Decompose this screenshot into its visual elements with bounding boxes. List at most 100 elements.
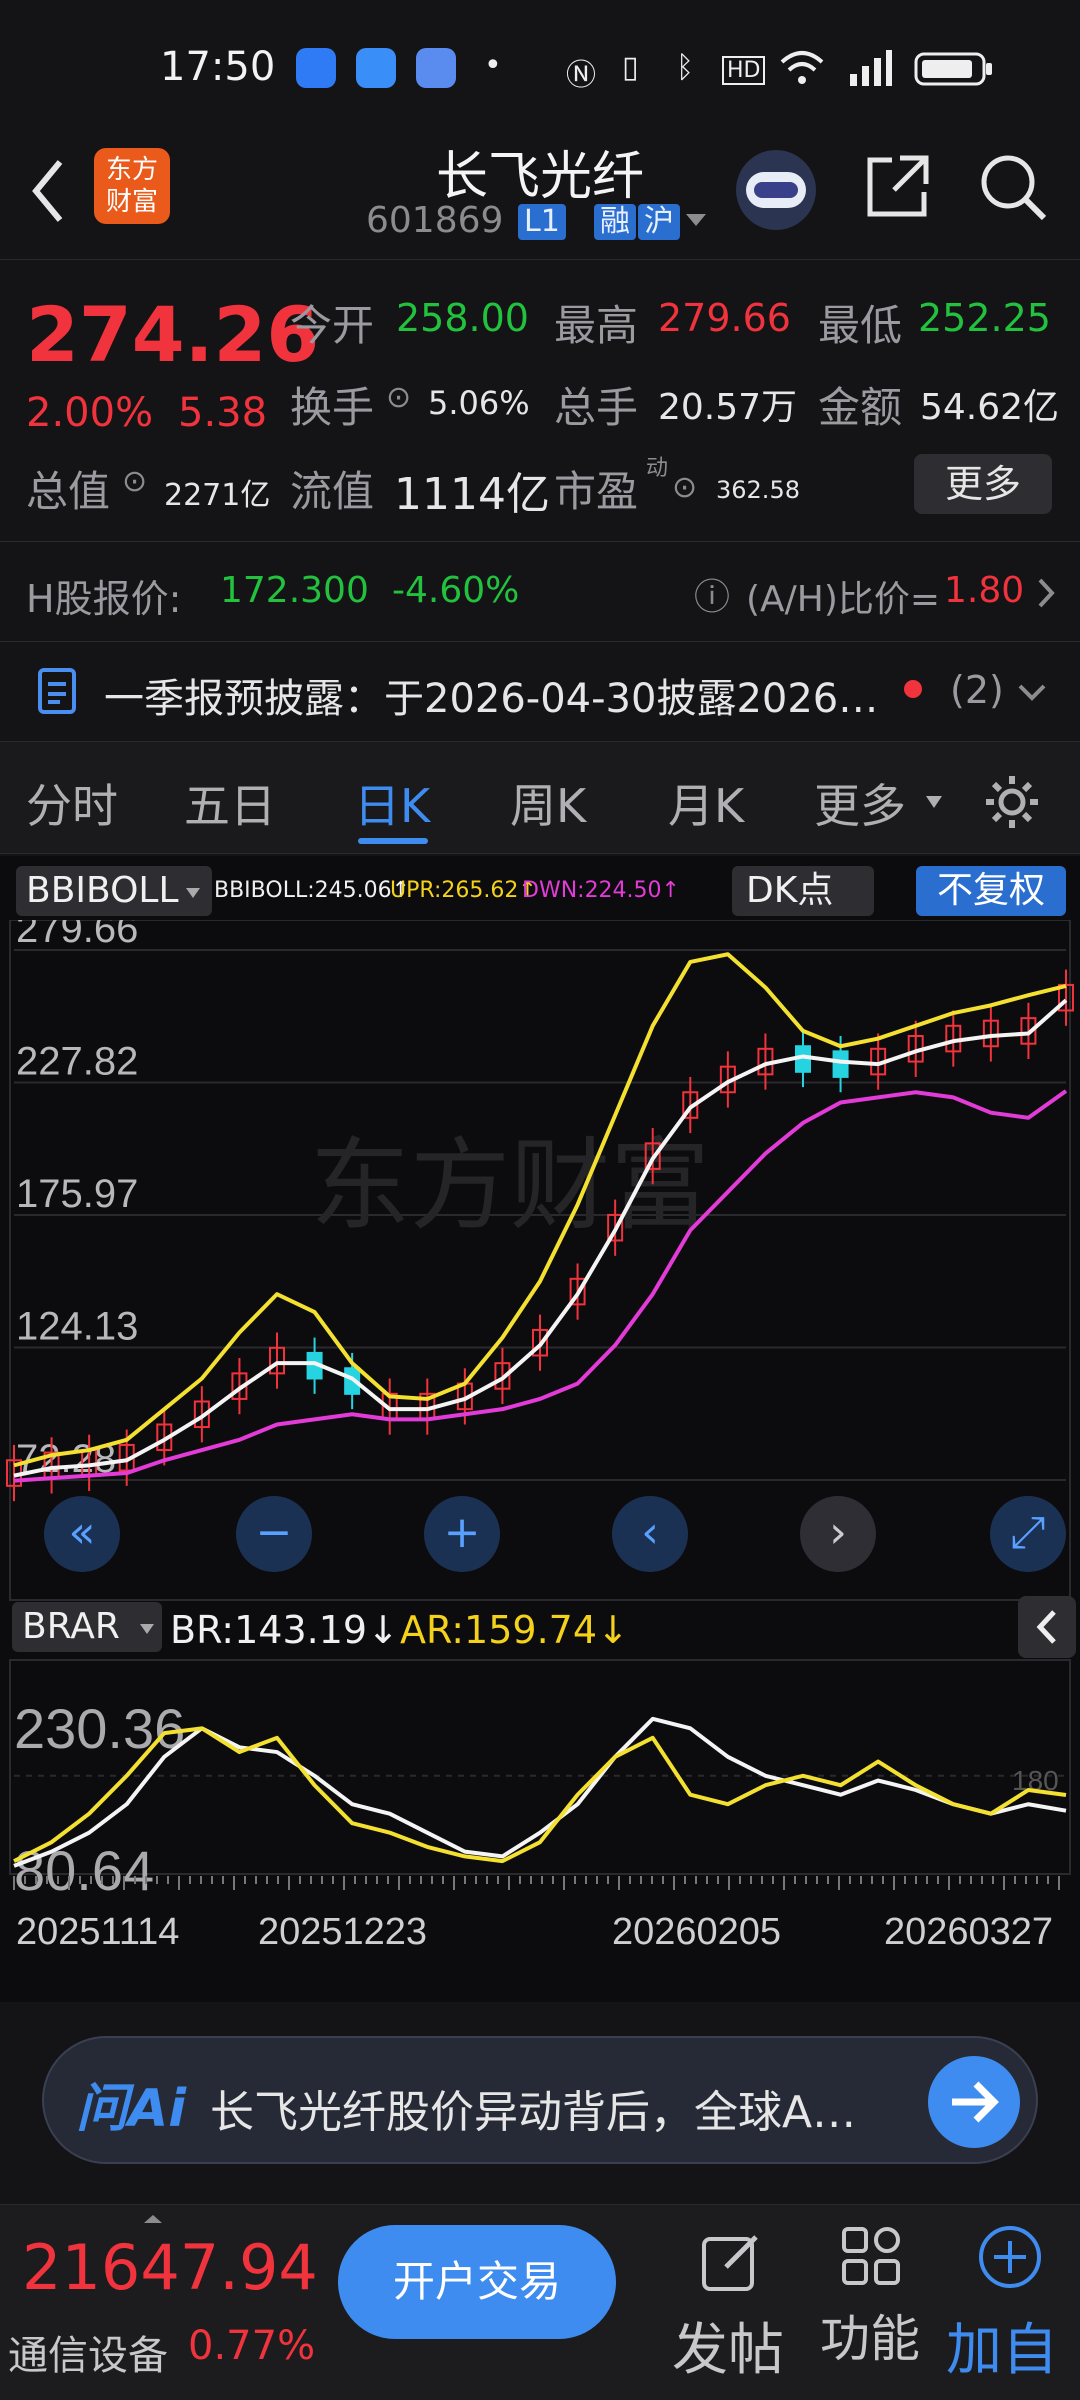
status-bar: 17:50 • Ⓝ ▯ ᛒ HD — [0, 0, 1080, 130]
tab-more-dropdown-icon[interactable] — [924, 794, 944, 810]
tag-exchange: 沪 — [638, 204, 680, 240]
kline-svg: 279.66227.82175.97124.1372.28 东方财富 180 2… — [6, 920, 1074, 1953]
sub-indicator-dropdown-icon[interactable] — [138, 1622, 156, 1636]
x-tick-label: 20251114 — [16, 1911, 179, 1953]
sector-pct: 0.77% — [188, 2323, 316, 2369]
main-indicator-select[interactable]: BBIBOLL — [16, 866, 212, 916]
ai-go-button[interactable] — [928, 2056, 1020, 2148]
main-y-tick-label: 227.82 — [16, 1039, 138, 1083]
main-y-tick-label: 279.66 — [16, 920, 138, 951]
watermark: 东方财富 — [310, 1130, 710, 1242]
add-watchlist-icon[interactable] — [976, 2223, 1044, 2291]
ah-ratio-value: 1.80 — [944, 570, 1025, 611]
tab-five-day[interactable]: 五日 — [184, 770, 276, 836]
float-value: 1114亿 — [394, 469, 550, 520]
sector-index-value[interactable]: 21647.94 — [22, 2231, 318, 2304]
turnover-label: 换手 — [290, 383, 375, 432]
expand-up-icon[interactable] — [142, 2213, 164, 2225]
br-value: BR:143.19↓ — [170, 1608, 399, 1652]
amount-label: 金额 — [818, 383, 903, 432]
scroll-right-icon[interactable]: › — [800, 1496, 876, 1572]
dwn-value: DWN:224.50↑ — [522, 878, 680, 903]
sub-y-tick-label: 230.36 — [14, 1697, 185, 1760]
kline-chart-panel[interactable]: BBIBOLL BBIBOLL:245.06↑ UPR:265.62↑ DWN:… — [0, 856, 1080, 2002]
function-label[interactable]: 功能 — [820, 2299, 920, 2371]
volume-label: 总手 — [554, 383, 639, 432]
help-icon[interactable]: ⓘ — [694, 568, 730, 620]
share-icon[interactable] — [862, 150, 932, 222]
low-value: 252.25 — [918, 296, 1051, 340]
tag-l1: L1 — [518, 204, 566, 240]
stock-code: 601869 — [366, 200, 504, 241]
announcement-count: (2) — [950, 668, 1004, 712]
post-edit-icon[interactable] — [700, 2229, 764, 2293]
ai-assistant-bar[interactable]: 问Ai 长飞光纤股价异动背后，全球A… — [42, 2036, 1038, 2164]
tab-monthly-k[interactable]: 月K — [668, 770, 744, 836]
turnover-info-icon[interactable]: ⊙ — [386, 380, 411, 415]
h-share-row[interactable]: H股报价: 172.300 -4.60% ⓘ (A/H)比价= 1.80 — [0, 544, 1080, 642]
announcement-text: 一季报预披露：于2026-04-30披露2026… — [104, 676, 879, 722]
bottom-bar: 21647.94 通信设备 0.77% 开户交易 发帖 功能 加自 — [0, 2204, 1080, 2400]
zoom-out-far-icon[interactable]: « — [44, 1496, 120, 1572]
open-account-trade-button[interactable]: 开户交易 — [338, 2225, 616, 2339]
mcap-label: 总值 — [26, 467, 111, 516]
status-time: 17:50 — [160, 44, 276, 90]
add-watchlist-label[interactable]: 加自 — [946, 2305, 1058, 2386]
x-tick-label: 20260205 — [612, 1911, 781, 1953]
ai-logo: 问Ai — [76, 2079, 187, 2139]
upr-value: UPR:265.62↑ — [390, 878, 537, 903]
chat-app-icon — [416, 48, 456, 88]
mcap-info-icon[interactable]: ⊙ — [122, 464, 147, 499]
app-notification-icon — [356, 48, 396, 88]
arrow-right-icon — [952, 2081, 999, 2123]
post-label[interactable]: 发帖 — [672, 2305, 784, 2386]
main-frame — [9, 920, 1071, 1601]
high-label: 最高 — [554, 301, 639, 350]
scroll-left-icon[interactable]: ‹ — [612, 1496, 688, 1572]
bluetooth-icon: ᛒ — [676, 50, 694, 85]
settings-gear-icon[interactable] — [982, 772, 1042, 832]
active-tab-indicator — [358, 838, 428, 844]
pe-dynamic-mark: 动 — [646, 456, 669, 481]
function-grid-icon[interactable] — [840, 2225, 904, 2289]
dropdown-icon[interactable] — [684, 210, 708, 230]
collapse-panel-button[interactable] — [1018, 1596, 1076, 1658]
signal-icon — [850, 50, 892, 86]
high-value: 279.66 — [658, 296, 791, 340]
h-share-pct: -4.60% — [392, 570, 520, 611]
pe-value: 362.58 — [716, 476, 800, 504]
ai-robot-avatar[interactable] — [736, 150, 816, 230]
sector-name: 通信设备 — [8, 2333, 168, 2379]
nfc-icon: Ⓝ — [566, 58, 596, 93]
dot-icon: • — [484, 48, 502, 83]
adjust-mode-button[interactable]: 不复权 — [916, 866, 1066, 916]
pe-label: 市盈 — [554, 467, 639, 516]
tab-more[interactable]: 更多 — [814, 770, 906, 836]
chevron-right-icon[interactable] — [1036, 576, 1056, 610]
main-indicator-dropdown-icon[interactable] — [184, 886, 202, 900]
chevron-down-icon[interactable] — [1016, 682, 1048, 702]
dk-point-button[interactable]: DK点 — [732, 866, 874, 916]
zoom-out-icon[interactable]: − — [236, 1496, 312, 1572]
tab-weekly-k[interactable]: 周K — [510, 770, 586, 836]
announcement-row[interactable]: 一季报预披露：于2026-04-30披露2026… (2) — [0, 642, 1080, 742]
ah-ratio-label: (A/H)比价= — [746, 579, 941, 620]
tab-daily-k[interactable]: 日K — [354, 770, 430, 836]
h-share-price: 172.300 — [220, 570, 369, 611]
tab-intraday[interactable]: 分时 — [26, 770, 118, 836]
amount-value: 54.62亿 — [920, 387, 1060, 428]
battery-icon — [914, 52, 992, 86]
x-tick-label: 20251223 — [258, 1911, 427, 1953]
change-pct: 2.00% — [26, 390, 154, 436]
chevron-left-icon — [1036, 1610, 1056, 1644]
fullscreen-icon[interactable]: ⤢ — [990, 1496, 1066, 1572]
more-button[interactable]: 更多 — [914, 454, 1052, 514]
pe-info-icon[interactable]: ⊙ — [672, 470, 697, 505]
mcap-value: 2271亿 — [164, 478, 271, 513]
zoom-in-icon[interactable]: + — [424, 1496, 500, 1572]
search-icon[interactable] — [976, 150, 1050, 224]
document-icon — [38, 668, 76, 714]
bbiboll-value: BBIBOLL:245.06↑ — [214, 878, 411, 903]
x-axis: 20251114 20251223 20260205 20260327 — [13, 1876, 1060, 1953]
ai-prompt-text: 长飞光纤股价异动背后，全球A… — [210, 2087, 857, 2138]
